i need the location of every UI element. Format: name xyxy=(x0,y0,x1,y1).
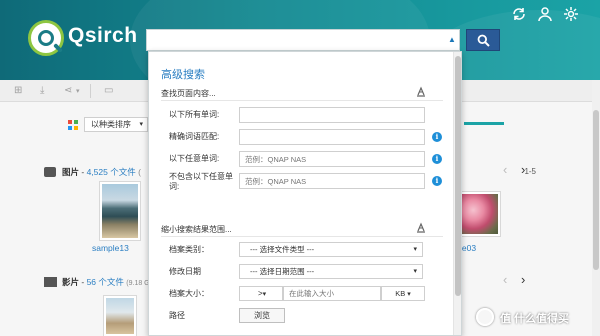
videos-count-link[interactable]: 56 个文件 xyxy=(87,277,124,287)
app-logo-text: Qsirch xyxy=(68,24,138,47)
browse-button[interactable]: 浏览 xyxy=(239,308,285,323)
prev-page-icon[interactable]: ‹ xyxy=(503,272,507,287)
exclude-words-label: 不包含以下任意单词: xyxy=(169,172,233,191)
photos-title: 图片 xyxy=(62,167,80,177)
photos-pager: 1-5 xyxy=(524,167,536,176)
progress-accent xyxy=(464,122,504,125)
share-icon[interactable]: ⋖ xyxy=(64,85,72,96)
any-words-label: 以下任意单词: xyxy=(169,154,220,163)
view-mode-icon[interactable] xyxy=(68,120,78,130)
watermark-logo-icon xyxy=(476,308,494,326)
info-icon[interactable]: i xyxy=(432,154,442,164)
videos-title: 影片 xyxy=(62,277,80,287)
videos-section-header: 影片 - 56 个文件 (9.18 G xyxy=(62,277,150,287)
photo-caption[interactable]: le03 xyxy=(460,243,476,253)
toolbar-divider xyxy=(90,84,91,98)
prev-page-icon[interactable]: ‹ xyxy=(503,162,507,177)
next-page-icon[interactable]: › xyxy=(521,272,525,287)
chevron-down-icon: ▾ xyxy=(413,268,417,275)
search-icon xyxy=(477,34,490,47)
camera-icon xyxy=(44,167,56,177)
any-words-input[interactable] xyxy=(239,151,425,167)
file-size-label: 档案大小： xyxy=(169,289,209,298)
info-icon[interactable]: i xyxy=(432,176,442,186)
size-operator-select[interactable]: >▾ xyxy=(239,286,283,301)
exact-phrase-label: 精确词语匹配: xyxy=(169,132,220,141)
all-words-label: 以下所有单词: xyxy=(169,110,220,119)
modified-date-label: 修改日期 xyxy=(169,267,201,276)
file-type-select[interactable]: --- 选择文件类型 --- ▾ xyxy=(239,242,423,257)
section-divider xyxy=(161,236,443,237)
download-icon[interactable]: ⤓ xyxy=(40,85,44,96)
page-scrollbar-thumb[interactable] xyxy=(593,110,599,270)
select-all-icon[interactable]: ⊞ xyxy=(14,85,22,96)
photo-caption[interactable]: sample13 xyxy=(92,243,129,253)
all-words-input[interactable] xyxy=(239,107,425,123)
advanced-search-panel: 高级搜索 查找页面内容... 以下所有单词: 精确词语匹配: i 以下任意单词:… xyxy=(148,51,462,336)
search-input[interactable] xyxy=(146,29,460,51)
size-unit-select[interactable]: KB ▾ xyxy=(381,286,425,301)
folder-icon[interactable]: ▭ xyxy=(104,85,113,96)
exact-phrase-input[interactable] xyxy=(239,129,425,145)
qsirch-logo-icon xyxy=(28,20,64,56)
search-button[interactable] xyxy=(466,29,500,51)
clear-filter-icon[interactable] xyxy=(415,86,427,98)
chevron-down-icon: ▾ xyxy=(413,246,417,253)
chevron-down-icon: ▾ xyxy=(139,121,143,128)
share-dropdown-icon[interactable]: ▾ xyxy=(76,87,80,95)
chevron-down-icon: ▾ xyxy=(262,291,267,298)
exclude-words-input[interactable] xyxy=(239,173,425,189)
photos-count-link[interactable]: 4,525 个文件 xyxy=(87,167,136,177)
info-icon[interactable]: i xyxy=(432,132,442,142)
panel-scrollbar[interactable] xyxy=(453,52,461,335)
date-range-select[interactable]: --- 选择日期范围 --- ▾ xyxy=(239,264,423,279)
photos-section-header: 图片 - 4,525 个文件 ( xyxy=(62,167,141,177)
file-type-label: 档案类别： xyxy=(169,245,209,254)
film-icon xyxy=(44,277,57,287)
panel-scrollbar-thumb[interactable] xyxy=(455,56,461,296)
next-page-icon[interactable]: › xyxy=(521,162,525,177)
photo-thumbnail[interactable] xyxy=(458,192,500,236)
refresh-icon[interactable] xyxy=(511,6,527,22)
sort-label: 以种类排序 xyxy=(91,120,131,129)
narrow-results-heading: 缩小搜索结果范围... xyxy=(161,225,232,234)
advanced-search-title: 高级搜索 xyxy=(161,69,205,81)
video-thumbnail[interactable] xyxy=(104,296,136,336)
section-divider xyxy=(161,100,443,101)
chevron-down-icon: ▾ xyxy=(407,291,411,298)
clear-filter-icon[interactable] xyxy=(415,222,427,234)
user-icon[interactable] xyxy=(537,6,553,22)
find-content-heading: 查找页面内容... xyxy=(161,89,216,98)
settings-icon[interactable] xyxy=(563,6,579,22)
advanced-search-toggle-icon[interactable]: ▲ xyxy=(448,35,456,44)
path-label: 路径 xyxy=(169,311,185,320)
photo-thumbnail[interactable] xyxy=(100,182,140,240)
page-scrollbar[interactable] xyxy=(592,80,600,336)
sort-by-type-button[interactable]: 以种类排序 ▾ xyxy=(84,117,148,132)
file-size-input[interactable] xyxy=(283,286,381,301)
watermark-text: 值 什么值得买 xyxy=(500,313,570,325)
